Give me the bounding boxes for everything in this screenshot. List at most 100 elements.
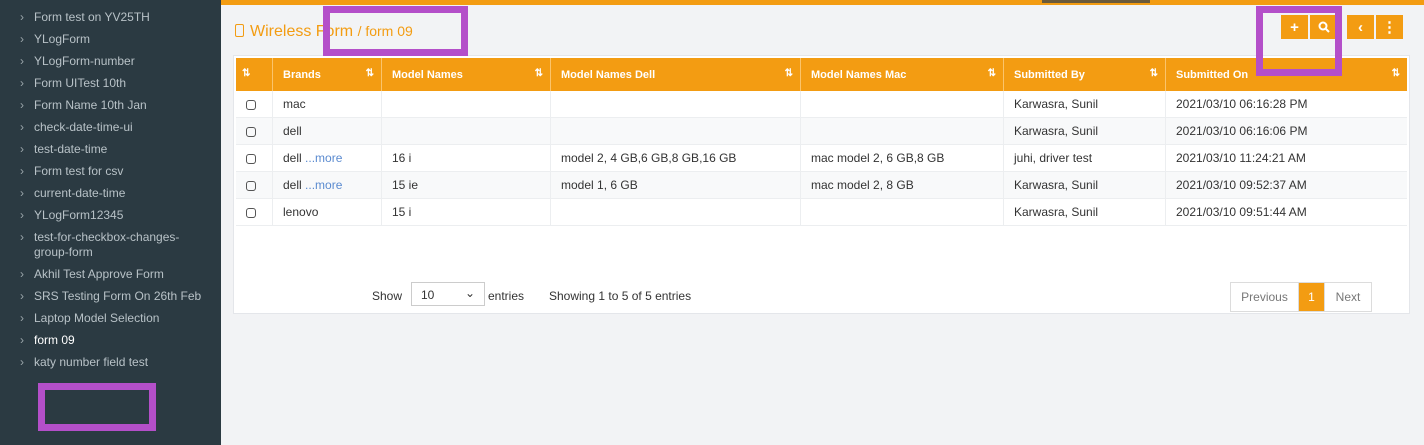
sidebar-item-label: YLogForm [34,32,91,46]
brand-cell: lenovo [272,198,382,226]
submitted-by-cell: Karwasra, Sunil [1003,117,1166,145]
sidebar-item[interactable]: › SRS Testing Form On 26th Feb [0,287,221,309]
chevron-right-icon: › [20,10,24,24]
mac-model-cell [800,91,1004,118]
row-select-cell [236,117,273,145]
sidebar-item-label: current-date-time [34,186,126,200]
submitted-on-cell: 2021/03/10 09:52:37 AM [1165,171,1407,199]
sort-icon: ⇅ [987,68,997,79]
sidebar-item[interactable]: › test-for-checkbox-changes-group-form [0,228,221,265]
sidebar-item[interactable]: › Form test for csv [0,162,221,184]
sidebar-item[interactable]: › Akhil Test Approve Form [0,265,221,287]
submitted-on-cell: 2021/03/10 09:51:44 AM [1165,198,1407,226]
sidebar-item-label: SRS Testing Form On 26th Feb [34,289,202,303]
mac-model-cell [800,198,1004,226]
column-header-submitted-on[interactable]: Submitted On ⇅ [1165,58,1407,91]
row-checkbox[interactable] [246,207,256,218]
chevron-right-icon: › [20,267,24,281]
more-options-button[interactable]: ⋮ [1376,15,1403,39]
sidebar-item[interactable]: › test-date-time [0,140,221,162]
chevron-down-icon: ⌄ [464,286,475,300]
table-row: dell ...more 15 ie model 1, 6 GB mac mod… [236,171,1407,199]
sidebar-item[interactable]: › YLogForm12345 [0,206,221,228]
mac-model-cell: mac model 2, 6 GB,8 GB [800,144,1004,172]
current-page-button[interactable]: 1 [1299,283,1324,311]
row-checkbox[interactable] [246,126,256,137]
column-label: Model Names Mac [811,68,907,81]
sort-icon: ⇅ [534,68,544,79]
select-column-header[interactable]: ⇅ [236,58,273,91]
dell-model-cell [550,198,801,226]
next-page-button[interactable]: Next [1324,283,1371,311]
brand-value: dell [283,124,302,138]
chevron-right-icon: › [20,289,24,303]
page-length-select[interactable]: 10 ⌄ [411,282,485,306]
model-cell [381,91,551,118]
sidebar-item[interactable]: › Form UITest 10th [0,74,221,96]
more-link[interactable]: ...more [305,151,342,165]
chevron-right-icon: › [20,120,24,134]
sidebar-item[interactable]: › YLogForm-number [0,52,221,74]
column-header-model-names-mac[interactable]: Model Names Mac ⇅ [800,58,1004,91]
sidebar-item-label: katy number field test [34,355,149,369]
sort-icon: ⇅ [1149,68,1159,79]
chevron-right-icon: › [20,142,24,156]
sidebar-list: › Form test on YV25TH › YLogForm › YLogForm… [0,0,221,375]
column-header-model-names[interactable]: Model Names ⇅ [381,58,551,91]
column-label: Submitted By [1014,68,1085,81]
search-button[interactable] [1310,15,1337,39]
back-button[interactable]: ‹ [1347,15,1374,39]
sidebar-item[interactable]: › Form test on YV25TH [0,8,221,30]
sidebar-item[interactable]: › YLogForm [0,30,221,52]
dell-model-cell: model 1, 6 GB [550,171,801,199]
column-header-submitted-by[interactable]: Submitted By ⇅ [1003,58,1166,91]
column-header-model-names-dell[interactable]: Model Names Dell ⇅ [550,58,801,91]
chevron-right-icon: › [20,230,24,244]
sidebar-item[interactable]: › Form Name 10th Jan [0,96,221,118]
sidebar-item[interactable]: › current-date-time [0,184,221,206]
chevron-right-icon: › [20,76,24,90]
more-link[interactable]: ...more [305,178,342,192]
chevron-right-icon: › [20,208,24,222]
page-length-value: 10 [421,288,435,302]
row-checkbox[interactable] [246,180,256,191]
chevron-right-icon: › [20,54,24,68]
page-title: Wireless Form / form 09 [235,23,413,41]
table-footer: Show 10 ⌄ entries Showing 1 to 5 of 5 en… [234,280,1409,312]
sidebar-item[interactable]: › Laptop Model Selection [0,309,221,331]
sidebar-item[interactable]: › check-date-time-ui [0,118,221,140]
column-header-brands[interactable]: Brands ⇅ [272,58,382,91]
submitted-by-cell: juhi, driver test [1003,144,1166,172]
sidebar-item-label: YLogForm-number [34,54,135,68]
chevron-right-icon: › [20,333,24,347]
sidebar-item[interactable]: › katy number field test [0,353,221,375]
mac-model-cell [800,117,1004,145]
row-checkbox[interactable] [246,153,256,164]
sidebar-item-label: Form test for csv [34,164,124,178]
submitted-by-cell: Karwasra, Sunil [1003,91,1166,118]
sidebar-item-label: Akhil Test Approve Form [34,267,164,281]
submitted-on-cell: 2021/03/10 06:16:06 PM [1165,117,1407,145]
breadcrumb: / form 09 [357,23,413,39]
submitted-by-cell: Karwasra, Sunil [1003,198,1166,226]
sort-icon: ⇅ [1391,68,1401,79]
brand-value: lenovo [283,205,319,219]
sidebar-item-label: check-date-time-ui [34,120,133,134]
table-row: dell Karwasra, Sunil 2021/03/10 06:16:06… [236,117,1407,145]
data-table-card: ⇅ Brands ⇅ Model Names ⇅ Model Names Dell ⇅… [233,55,1410,314]
brand-cell: dell ...more [272,144,382,172]
sidebar-item-active[interactable]: › form 09 [0,331,221,353]
main-content: Wireless Form / form 09 + ‹ ⋮ ⇅ Brands ⇅ … [221,0,1424,445]
model-cell [381,117,551,145]
sort-icon: ⇅ [365,68,375,79]
chevron-right-icon: › [20,98,24,112]
previous-page-button[interactable]: Previous [1231,283,1299,311]
row-select-cell [236,198,273,226]
show-label: Show [372,289,403,303]
pagination: Previous 1 Next [1230,282,1372,312]
chevron-right-icon: › [20,164,24,178]
add-button[interactable]: + [1281,15,1308,39]
row-checkbox[interactable] [246,99,256,110]
column-label: Submitted On [1176,68,1249,81]
